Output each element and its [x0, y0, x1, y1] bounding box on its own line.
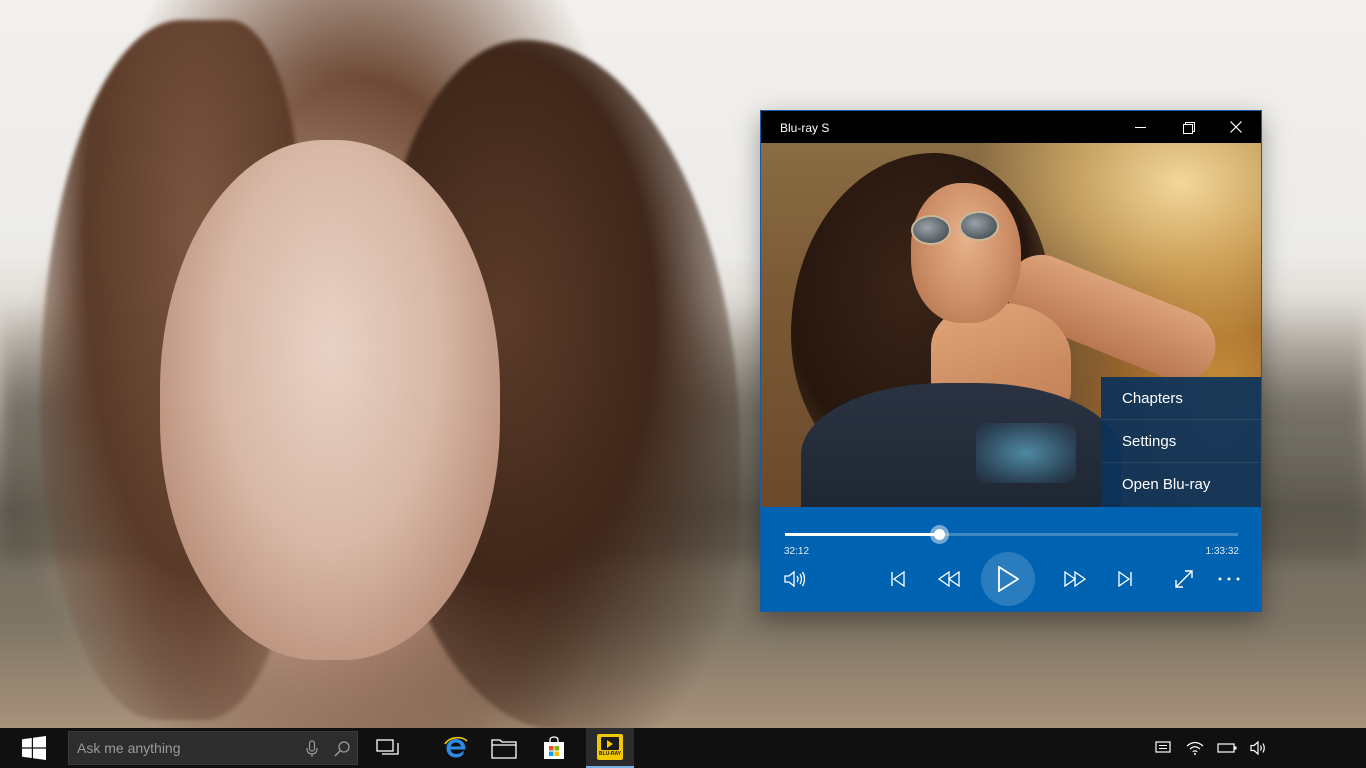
search-icon[interactable]: [331, 738, 353, 760]
elapsed-time: 32:12: [784, 546, 810, 557]
seek-bar[interactable]: [785, 525, 1238, 544]
menu-item-chapters[interactable]: Chapters: [1101, 377, 1261, 420]
volume-button[interactable]: [775, 559, 815, 599]
task-view-icon: [376, 739, 399, 755]
skip-next-icon: [1118, 571, 1132, 587]
play-button[interactable]: [981, 552, 1035, 606]
video-frame-face: [911, 183, 1021, 323]
fast-forward-icon: [1064, 571, 1086, 587]
fullscreen-button[interactable]: [1164, 559, 1204, 599]
more-options-icon: [1218, 577, 1240, 581]
battery-icon: [1217, 743, 1237, 753]
microphone-icon[interactable]: [301, 738, 323, 760]
minimize-button[interactable]: [1117, 111, 1163, 143]
task-view-button[interactable]: [364, 728, 412, 768]
video-frame-shirt-print: [976, 423, 1076, 483]
fast-forward-button[interactable]: [1055, 559, 1095, 599]
playback-controls: 32:12 1:33:32: [761, 507, 1261, 611]
taskbar-app-bluray-player[interactable]: BLU-RAY: [586, 728, 634, 768]
video-frame-sunglasses: [911, 211, 1003, 245]
video-viewport[interactable]: Chapters Settings Open Blu-ray: [761, 143, 1261, 507]
window-title: Blu-ray S: [780, 121, 830, 135]
store-icon: [544, 736, 564, 759]
skip-next-button[interactable]: [1105, 559, 1145, 599]
taskbar-app-store[interactable]: [530, 728, 578, 768]
more-options-menu: Chapters Settings Open Blu-ray: [1101, 377, 1261, 507]
taskbar-app-internet-explorer[interactable]: [432, 728, 480, 768]
fullscreen-icon: [1175, 570, 1193, 588]
taskbar: BLU-RAY: [0, 728, 1366, 768]
battery-button[interactable]: [1211, 728, 1243, 768]
seek-progress: [785, 533, 940, 536]
edge-icon: [444, 736, 468, 758]
title-bar[interactable]: Blu-ray S: [761, 111, 1261, 143]
speaker-icon: [1250, 741, 1265, 755]
menu-item-label: Open Blu-ray: [1122, 476, 1211, 493]
close-icon: [1230, 121, 1242, 133]
volume-icon: [784, 570, 806, 588]
rewind-button[interactable]: [929, 559, 969, 599]
menu-item-open-bluray[interactable]: Open Blu-ray: [1101, 463, 1261, 506]
total-time: 1:33:32: [1205, 546, 1239, 557]
restore-button[interactable]: [1165, 111, 1211, 143]
search-input[interactable]: [69, 732, 289, 764]
cortana-search-box[interactable]: [68, 731, 358, 765]
skip-previous-button[interactable]: [878, 559, 918, 599]
folder-icon: [491, 739, 517, 759]
bluray-logo-text: BLU-RAY: [598, 751, 622, 757]
bluray-player-window: Blu-ray S Chapters Settings Open Blu-ray…: [760, 110, 1262, 612]
menu-item-label: Chapters: [1122, 389, 1183, 407]
more-options-button[interactable]: [1209, 559, 1249, 599]
speaker-button[interactable]: [1243, 728, 1275, 768]
wifi-icon: [1186, 741, 1204, 755]
taskbar-app-file-explorer[interactable]: [480, 728, 528, 768]
rewind-icon: [938, 571, 960, 587]
action-center-icon: [1155, 741, 1171, 753]
wallpaper-portrait-face: [160, 140, 500, 660]
skip-previous-icon: [891, 571, 905, 587]
minimize-icon: [1134, 126, 1146, 128]
close-button[interactable]: [1213, 111, 1259, 143]
menu-item-settings[interactable]: Settings: [1101, 420, 1261, 463]
restore-icon: [1182, 121, 1195, 134]
start-button[interactable]: [0, 728, 68, 768]
menu-item-label: Settings: [1122, 432, 1177, 450]
wifi-button[interactable]: [1179, 728, 1211, 768]
bluray-app-icon: BLU-RAY: [597, 734, 623, 760]
windows-logo-icon: [22, 736, 46, 760]
action-center-button[interactable]: [1147, 728, 1179, 768]
play-icon: [998, 566, 1019, 592]
seek-thumb[interactable]: [930, 525, 950, 544]
